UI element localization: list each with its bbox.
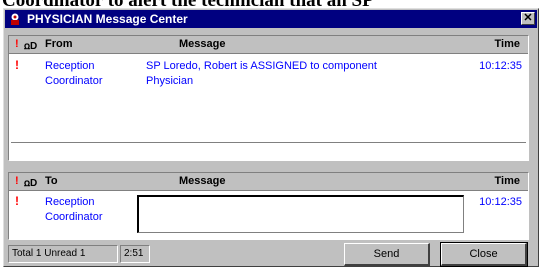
heading-fragment: Coordinator to alert the technician that…	[2, 0, 374, 8]
clipped-document-heading: Coordinator to alert the technician that…	[0, 0, 541, 8]
outbox-time: 10:12:35	[479, 196, 522, 208]
window-title: PHYSICIAN Message Center	[27, 12, 188, 26]
to-column-header[interactable]: To	[45, 175, 58, 187]
sender-line2: Coordinator	[45, 75, 103, 87]
phone-icon[interactable]: ꭥD	[24, 175, 37, 189]
message-center-window: PHYSICIAN Message Center ✕ ! ꭥD From Mes…	[3, 8, 539, 267]
outbox-panel: ! ꭥD To Message Time ! Reception Coordin…	[8, 172, 529, 240]
message-column-header[interactable]: Message	[179, 38, 225, 50]
sender-line1: Reception	[45, 60, 95, 72]
message-line2: Physician	[146, 75, 194, 87]
from-column-header[interactable]: From	[45, 38, 73, 50]
title-bar: PHYSICIAN Message Center ✕	[5, 10, 537, 28]
status-counts: Total 1 Unread 1	[8, 245, 118, 263]
priority-column-header[interactable]: !	[15, 175, 19, 187]
divider	[11, 142, 526, 144]
app-icon	[11, 13, 19, 25]
status-timer: 2:51	[120, 245, 150, 263]
close-icon[interactable]: ✕	[521, 12, 535, 25]
close-button[interactable]: Close	[440, 242, 528, 267]
send-button[interactable]: Send	[344, 243, 430, 266]
message-line1: SP Loredo, Robert is ASSIGNED to compone…	[146, 60, 377, 72]
priority-mark: !	[15, 58, 19, 72]
recipient-line2[interactable]: Coordinator	[45, 210, 102, 225]
outbox-column-header: ! ꭥD To Message Time	[9, 173, 528, 191]
phone-icon[interactable]: ꭥD	[24, 38, 37, 52]
message-time: 10:12:35	[479, 60, 522, 72]
priority-column-header[interactable]: !	[15, 38, 19, 50]
time-column-header[interactable]: Time	[495, 175, 520, 187]
time-column-header[interactable]: Time	[495, 38, 520, 50]
inbox-column-header: ! ꭥD From Message Time	[9, 36, 528, 54]
message-column-header[interactable]: Message	[179, 175, 225, 187]
priority-mark: !	[15, 194, 19, 208]
inbox-panel: ! ꭥD From Message Time ! Reception Coord…	[8, 35, 529, 161]
recipient-line1[interactable]: Reception	[45, 195, 95, 210]
message-input[interactable]	[137, 195, 464, 233]
